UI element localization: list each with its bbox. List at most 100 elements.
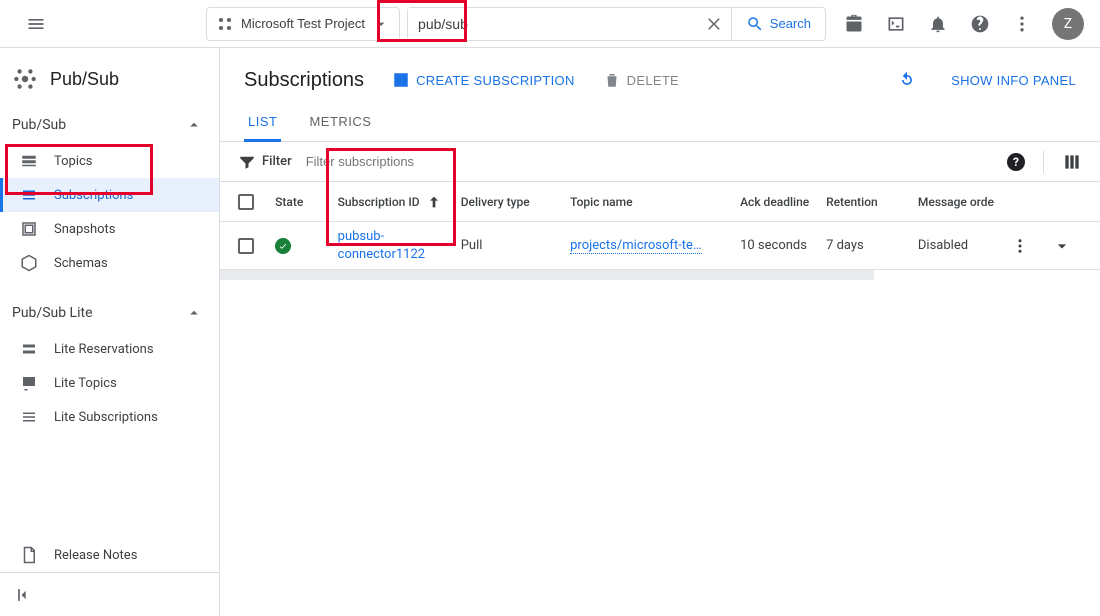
nav-item-lite-subscriptions[interactable]: Lite Subscriptions [0,400,219,434]
nav-item-label: Release Notes [54,548,137,563]
nav-item-schemas[interactable]: Schemas [0,246,219,280]
chevron-down-icon [1052,236,1072,256]
nav-item-label: Lite Topics [54,376,117,391]
nav-group-pubsublite[interactable]: Pub/Sub Lite [0,294,219,332]
columns-icon [1062,152,1082,172]
more-button[interactable] [1002,4,1042,44]
service-title: Pub/Sub [50,69,119,90]
pubsub-icon [12,66,38,92]
row-checkbox[interactable] [238,238,254,254]
reservations-icon [20,340,38,358]
search-clear-button[interactable] [699,15,731,33]
hamburger-icon [26,14,46,34]
refresh-icon [897,70,917,90]
sidebar: Pub/Sub Pub/Sub Topics Subscriptions Sna… [0,48,220,616]
project-picker[interactable]: Microsoft Test Project [206,7,400,41]
trash-icon [603,71,621,89]
help-icon [970,14,990,34]
nav-group-pubsub-label: Pub/Sub [12,117,66,133]
nav-menu-button[interactable] [16,4,56,44]
filter-help-button[interactable]: ? [1007,153,1025,171]
nav-item-snapshots[interactable]: Snapshots [0,212,219,246]
filter-input[interactable] [302,150,997,173]
filter-label-text: Filter [262,154,292,169]
nav-item-label: Lite Subscriptions [54,410,158,425]
close-icon [706,15,724,33]
create-subscription-button[interactable]: Create Subscription [392,71,575,89]
column-toggle-button[interactable] [1062,152,1082,172]
nav-group-pubsub[interactable]: Pub/Sub [0,106,219,144]
topic-name-link[interactable]: projects/microsoft-te… [570,238,702,254]
top-right-actions: Z [834,4,1084,44]
add-icon [392,71,410,89]
topics-icon [20,152,38,170]
avatar-initial: Z [1064,16,1072,32]
show-info-panel-button[interactable]: SHOW INFO PANEL [951,73,1076,88]
refresh-button[interactable] [891,64,923,96]
nav-item-release-notes[interactable]: Release Notes [0,538,219,572]
gift-icon [844,14,864,34]
create-subscription-label: Create Subscription [416,73,575,88]
notifications-button[interactable] [918,4,958,44]
sidebar-collapse-button[interactable] [0,572,219,616]
row-delivery-type: Pull [461,238,570,253]
page-title: Subscriptions [244,69,364,92]
row-retention: 7 days [826,238,918,253]
horizontal-scrollbar[interactable] [220,270,874,280]
col-header-ack-deadline[interactable]: Ack deadline [740,195,826,209]
search-icon [746,15,764,33]
chevron-down-icon [373,16,389,32]
search-button[interactable]: Search [731,8,825,40]
search-container: Search [407,7,826,41]
delete-button[interactable]: Delete [603,71,679,89]
terminal-icon [886,14,906,34]
nav-item-lite-topics[interactable]: Lite Topics [0,366,219,400]
col-header-retention[interactable]: Retention [826,195,918,209]
search-input[interactable] [408,8,699,40]
lite-subscriptions-icon [20,408,38,426]
nav-item-label: Topics [54,154,93,169]
table-row: pubsub-connector1122 Pull projects/micro… [220,222,1100,270]
col-header-subscription-id[interactable]: Subscription ID [338,194,461,210]
subscriptions-table: State Subscription ID Delivery type Topi… [220,182,1100,280]
row-state [275,238,338,254]
divider [1043,151,1044,173]
tab-list[interactable]: LIST [244,106,281,142]
nav-item-label: Snapshots [54,222,116,237]
row-message-ordering: Disabled [918,238,998,253]
nav-group-pubsublite-label: Pub/Sub Lite [12,305,93,321]
bell-icon [928,14,948,34]
tab-metrics[interactable]: METRICS [305,106,375,141]
top-bar: Microsoft Test Project Search Z [0,0,1100,48]
nav-item-label: Schemas [54,256,108,271]
lite-topics-icon [20,374,38,392]
project-icon [217,16,233,32]
row-actions-button[interactable] [1011,237,1029,255]
nav-item-label: Lite Reservations [54,342,154,357]
row-expand-button[interactable] [1052,236,1072,256]
nav-item-topics[interactable]: Topics [0,144,219,178]
select-all-checkbox[interactable] [238,194,254,210]
account-avatar[interactable]: Z [1052,8,1084,40]
col-header-topic-name[interactable]: Topic name [570,195,740,209]
search-button-label: Search [770,16,811,31]
tabs: LIST METRICS [220,106,1100,142]
chevron-up-icon [185,304,203,322]
delete-label: Delete [627,73,679,88]
main-header: Subscriptions Create Subscription Delete… [220,48,1100,106]
cloud-shell-button[interactable] [876,4,916,44]
collapse-icon [14,585,34,605]
help-button[interactable] [960,4,1000,44]
col-header-state[interactable]: State [275,195,338,209]
nav-item-subscriptions[interactable]: Subscriptions [0,178,219,212]
subscriptions-icon [20,186,38,204]
schemas-icon [20,254,38,272]
nav-item-lite-reservations[interactable]: Lite Reservations [0,332,219,366]
main-content: Subscriptions Create Subscription Delete… [220,48,1100,616]
project-name: Microsoft Test Project [241,16,365,31]
col-header-message-ordering[interactable]: Message orde [918,195,998,209]
subscription-id-link[interactable]: pubsub-connector1122 [338,229,425,262]
col-header-delivery-type[interactable]: Delivery type [461,195,570,209]
gift-button[interactable] [834,4,874,44]
col-header-subscription-id-label: Subscription ID [338,195,420,209]
